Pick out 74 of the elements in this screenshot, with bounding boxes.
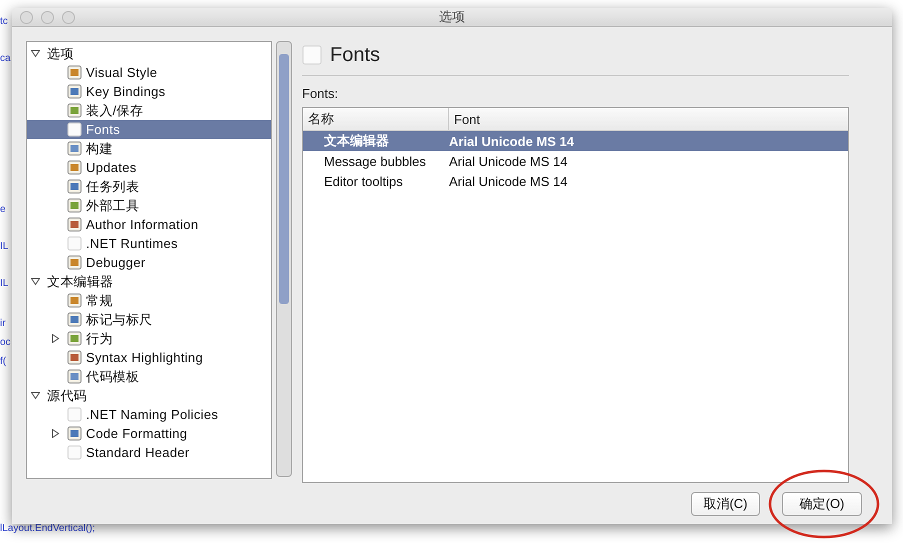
table-cell: Arial Unicode MS 14 xyxy=(449,174,568,189)
tree-item[interactable]: Visual Style xyxy=(27,63,271,82)
tree-item[interactable]: Author Information xyxy=(27,215,271,234)
tree-item[interactable]: 标记与标尺 xyxy=(27,310,271,330)
code-line: ir xyxy=(0,318,6,330)
tree-item[interactable]: Fonts xyxy=(27,120,271,140)
tree-item[interactable]: 任务列表 xyxy=(27,177,271,196)
code-line: IL xyxy=(0,278,8,290)
table-row[interactable]: Editor tooltips Arial Unicode MS 14 xyxy=(303,171,848,192)
tool-icon xyxy=(67,293,82,308)
code-line: e xyxy=(0,204,6,216)
scrollbar-thumb[interactable] xyxy=(279,54,289,304)
scrollbar[interactable] xyxy=(276,41,292,478)
expanded-arrow-icon[interactable] xyxy=(31,277,40,286)
code-line: f( xyxy=(0,356,6,368)
tool-icon xyxy=(67,369,82,384)
tree-item[interactable]: Standard Header xyxy=(27,443,271,462)
table-cell: Arial Unicode MS 14 xyxy=(449,154,568,169)
tool-icon xyxy=(67,65,82,80)
collapsed-arrow-icon[interactable] xyxy=(51,334,60,344)
ok-button[interactable]: 确定(O) xyxy=(782,492,862,516)
tree-item[interactable]: 源代码 xyxy=(27,386,271,406)
tool-icon xyxy=(67,312,82,328)
tree-item[interactable]: Syntax Highlighting xyxy=(27,348,271,368)
tree-item[interactable]: 文本编辑器 xyxy=(27,272,271,292)
window-title: 选项 xyxy=(439,8,465,26)
tool-icon xyxy=(67,426,82,442)
tree-item[interactable]: .NET Naming Policies xyxy=(27,405,271,424)
tree-item[interactable]: 常规 xyxy=(27,291,271,310)
tree-item[interactable]: .NET Runtimes xyxy=(27,234,271,254)
tool-icon xyxy=(67,103,82,118)
tool-icon xyxy=(67,350,82,366)
table-row[interactable]: 文本编辑器 Arial Unicode MS 14 xyxy=(303,131,848,152)
tree-item[interactable]: 行为 xyxy=(27,329,271,348)
tool-icon xyxy=(67,160,82,176)
expanded-arrow-icon[interactable] xyxy=(31,49,40,58)
panel-title: Fonts xyxy=(330,44,380,67)
column-header[interactable]: Font xyxy=(449,108,480,130)
code-line: ca xyxy=(0,53,11,65)
table-cell-text: Editor tooltips xyxy=(323,174,404,189)
tree-item[interactable]: 外部工具 xyxy=(27,196,271,216)
tree-item[interactable]: 选项 xyxy=(27,44,271,64)
table-cell-text: 文本编辑器 xyxy=(323,132,390,150)
tool-icon xyxy=(67,331,82,346)
table-row[interactable]: Message bubbles Arial Unicode MS 14 xyxy=(303,151,848,172)
tool-icon xyxy=(67,141,82,156)
collapsed-arrow-icon[interactable] xyxy=(51,429,60,438)
code-line: tc xyxy=(0,16,8,28)
tree-item[interactable]: Debugger xyxy=(27,253,271,272)
tool-icon xyxy=(67,179,82,194)
column-header[interactable]: 名称 xyxy=(303,108,449,130)
tree-item[interactable]: Code Formatting xyxy=(27,424,271,444)
tool-icon xyxy=(67,198,82,214)
code-line: oc xyxy=(0,337,11,349)
table-cell: Arial Unicode MS 14 xyxy=(449,134,574,149)
blank-page-icon xyxy=(67,236,82,252)
list-label: Fonts: xyxy=(302,86,340,102)
tree-item[interactable]: Updates xyxy=(27,158,271,178)
blank-page-icon xyxy=(67,122,82,138)
table-cell-text: Message bubbles xyxy=(323,154,427,169)
tree-item[interactable]: 装入/保存 xyxy=(27,101,271,120)
code-line: IL xyxy=(0,241,8,253)
cancel-button[interactable]: 取消(C) xyxy=(691,492,760,516)
blank-page-icon xyxy=(67,407,82,422)
tool-icon xyxy=(67,84,82,100)
tree-item[interactable]: 构建 xyxy=(27,139,271,158)
tree-item[interactable]: Key Bindings xyxy=(27,82,271,102)
tool-icon xyxy=(67,255,82,270)
code-line: lLayout.EndVertical(); xyxy=(0,523,96,535)
blank-page-icon xyxy=(67,445,82,460)
expanded-arrow-icon[interactable] xyxy=(31,391,40,400)
tool-icon xyxy=(67,217,82,232)
blank-page-icon xyxy=(302,45,322,66)
tree-item[interactable]: 代码模板 xyxy=(27,367,271,386)
